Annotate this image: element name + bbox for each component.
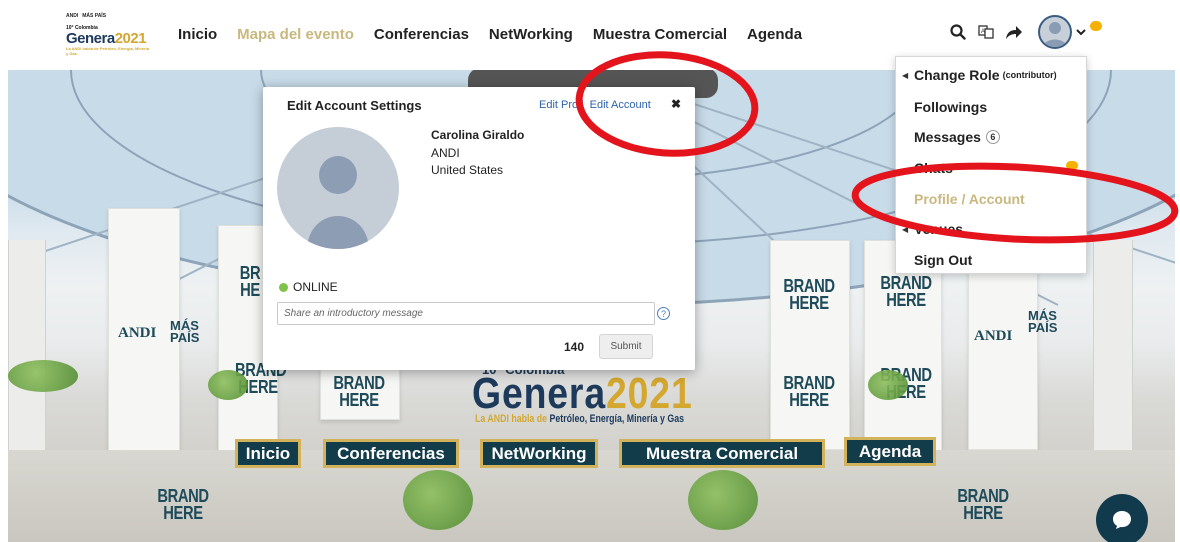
banner-title-name: Genera [472, 369, 606, 418]
nav-inicio[interactable]: Inicio [178, 26, 217, 43]
svg-text:A: A [981, 29, 985, 35]
avatar[interactable] [1038, 15, 1072, 49]
left-arrow-icon: ◀ [902, 225, 909, 234]
nav-muestra-comercial[interactable]: Muestra Comercial [593, 26, 727, 43]
messages-count-badge: 6 [985, 130, 1000, 144]
translate-icon[interactable]: A [974, 20, 998, 44]
andi-logo: ANDI [118, 325, 157, 341]
submit-button[interactable]: Submit [599, 334, 653, 359]
modal-title: Edit Account Settings [287, 98, 422, 113]
logo-andi: ANDI [66, 13, 79, 19]
venue-button-muestra-comercial[interactable]: Muestra Comercial [619, 439, 825, 468]
logo-tagline: La ANDI habla de Petróleo, Energía, Mine… [66, 46, 149, 56]
banner-title: Genera2021 [472, 372, 693, 416]
menu-messages[interactable]: Messages 6 [914, 129, 1000, 145]
andi-logo: ANDI [974, 328, 1013, 344]
venue-button-networking[interactable]: NetWorking [480, 439, 598, 468]
nav-networking[interactable]: NetWorking [489, 26, 573, 43]
banner-tagline: La ANDI habla de Petróleo, Energía, Mine… [475, 413, 684, 425]
nav-agenda[interactable]: Agenda [747, 26, 802, 43]
menu-sign-out[interactable]: Sign Out [914, 252, 972, 268]
help-icon[interactable]: ? [657, 307, 670, 320]
logo-mas-pais: MÁS PAÍS [82, 13, 107, 19]
menu-change-role-sub: (contributor) [1002, 70, 1057, 80]
banner-panel [770, 240, 850, 450]
user-name: Carolina Giraldo [431, 128, 525, 142]
venue-button-inicio[interactable]: Inicio [235, 439, 301, 468]
brand-placeholder: BRAND HERE [957, 486, 1009, 523]
share-icon[interactable] [1002, 20, 1026, 44]
venue-button-conferencias[interactable]: Conferencias [323, 439, 459, 468]
search-icon[interactable] [946, 20, 970, 44]
menu-change-role[interactable]: Change Role (contributor) [914, 67, 1057, 83]
banner-tag-prefix: La ANDI habla de [475, 413, 548, 425]
banner-tag-rest: Petróleo, Energía, Minería y Gas [549, 413, 685, 425]
brand-placeholder: BRAND HERE [157, 486, 209, 523]
modal-tabs: Edit Profi Edit Account [539, 99, 651, 111]
mas-pais-logo: MÁS PAÍS [170, 318, 200, 345]
chat-launcher-button[interactable] [1096, 494, 1148, 542]
logo-name: Genera2021 [66, 31, 152, 46]
close-icon[interactable]: ✖ [671, 97, 681, 111]
chat-notification-icon [1066, 161, 1078, 170]
brand-placeholder: BRAND HERE [783, 373, 835, 410]
event-logo[interactable]: ANDI MÁS PAÍS 10° Colombia Genera2021 La… [66, 14, 152, 60]
logo-name-text: Genera [66, 30, 115, 47]
menu-chats[interactable]: Chats [914, 160, 953, 176]
header-tools: A [946, 15, 1102, 49]
logo-top-row: ANDI MÁS PAÍS [66, 14, 152, 19]
menu-change-role-label: Change Role [914, 67, 1000, 83]
intro-message-input[interactable] [277, 302, 655, 325]
left-arrow-icon: ◀ [902, 71, 909, 80]
menu-profile-account[interactable]: Profile / Account [914, 191, 1025, 207]
genera-banner: 10° Colombia Genera2021 La ANDI habla de… [472, 362, 722, 425]
nav-mapa-del-evento[interactable]: Mapa del evento [237, 26, 354, 43]
online-status: ONLINE [279, 280, 338, 294]
chevron-down-icon[interactable] [1076, 23, 1086, 41]
menu-venues[interactable]: Venues [914, 221, 963, 237]
user-organization: ANDI [431, 146, 460, 160]
menu-followings[interactable]: Followings [914, 99, 987, 115]
plant-decoration [868, 370, 908, 400]
banner-title-year: 2021 [605, 369, 693, 418]
character-count: 140 [564, 340, 585, 354]
mas-pais-logo: MÁS PAÍS [1028, 308, 1058, 335]
main-nav: Inicio Mapa del evento Conferencias NetW… [178, 26, 822, 43]
chat-notification-icon[interactable] [1090, 21, 1102, 31]
venue-button-agenda[interactable]: Agenda [844, 437, 936, 466]
brand-placeholder: BRAND HERE [783, 276, 835, 313]
brand-placeholder: BR HE [239, 263, 261, 300]
tree-decoration [403, 470, 473, 530]
tab-edit-account[interactable]: Edit Account [590, 99, 651, 111]
tab-edit-profile[interactable]: Edit Profi [539, 99, 584, 111]
plant-decoration [8, 360, 78, 392]
edit-account-modal: Edit Account Settings Edit Profi Edit Ac… [263, 87, 695, 370]
profile-avatar[interactable] [277, 127, 399, 249]
user-menu-dropdown: ◀ Change Role (contributor) Followings M… [895, 56, 1087, 274]
brand-placeholder: BRAND HERE [333, 373, 385, 410]
online-dot-icon [279, 282, 288, 292]
plant-decoration [208, 370, 248, 400]
chat-bubble-icon [1113, 511, 1131, 529]
nav-conferencias[interactable]: Conferencias [374, 26, 469, 43]
menu-messages-label: Messages [914, 129, 981, 145]
user-country: United States [431, 163, 504, 177]
tree-decoration [688, 470, 758, 530]
logo-year: 2021 [114, 30, 147, 47]
online-status-label: ONLINE [293, 280, 338, 294]
brand-placeholder: BRAND HERE [880, 273, 932, 310]
